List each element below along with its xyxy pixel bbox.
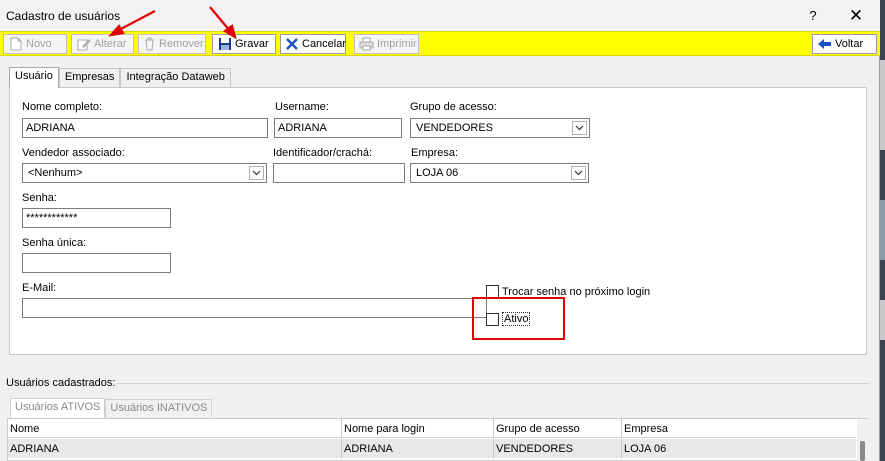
novo-button[interactable]: Novo (3, 34, 67, 54)
imprimir-label: Imprimir (377, 38, 417, 50)
title-bar: Cadastro de usuários ? ✕ (0, 0, 880, 31)
identificador-input[interactable] (273, 163, 405, 183)
window-title: Cadastro de usuários (6, 9, 121, 23)
users-grid: Nome Nome para login Grupo de acesso Emp… (7, 418, 869, 461)
vendedor-label: Vendedor associado: (22, 147, 125, 159)
gravar-button[interactable]: Gravar (212, 34, 276, 54)
empresa-value: LOJA 06 (416, 167, 459, 179)
trash-icon (143, 37, 156, 51)
alterar-label: Alterar (94, 38, 127, 50)
grid-scrollbar[interactable] (857, 419, 869, 461)
remover-button[interactable]: Remover (138, 34, 206, 54)
email-label: E-Mail: (22, 282, 57, 294)
chevron-down-icon[interactable] (572, 121, 587, 135)
cancelar-label: Cancelar (302, 38, 347, 50)
column-header-nome[interactable]: Nome (8, 419, 342, 438)
email-input[interactable] (22, 298, 487, 318)
grupo-label: Grupo de acesso: (410, 101, 497, 113)
strip-segment (880, 300, 885, 340)
column-header-empresa[interactable]: Empresa (622, 419, 856, 438)
user-registration-window: Cadastro de usuários ? ✕ Novo Alterar Re… (0, 0, 880, 461)
save-disk-icon (217, 37, 232, 51)
usuarios-cadastrados-label: Usuários cadastrados: (6, 377, 116, 389)
voltar-button[interactable]: Voltar (812, 34, 877, 54)
table-row[interactable]: ADRIANA ADRIANA VENDEDORES LOJA 06 (8, 439, 856, 458)
new-document-icon (8, 37, 23, 51)
back-arrow-icon (817, 37, 832, 51)
cell-nome: ADRIANA (8, 439, 342, 458)
nome-input[interactable]: ADRIANA (22, 118, 268, 138)
tab-usuarios-inativos[interactable]: Usuários INATIVOS (105, 399, 213, 417)
annotation-highlight-box (472, 297, 565, 340)
tab-integracao-dataweb[interactable]: Integração Dataweb (120, 68, 231, 87)
background-desktop-strip (880, 0, 885, 461)
empresa-select[interactable]: LOJA 06 (410, 163, 589, 183)
grupo-select[interactable]: VENDEDORES (410, 118, 590, 138)
chevron-down-icon[interactable] (249, 166, 264, 180)
help-button[interactable]: ? (804, 6, 822, 26)
cancelar-button[interactable]: Cancelar (280, 34, 346, 54)
strip-segment (880, 60, 885, 150)
chevron-down-icon[interactable] (571, 166, 586, 180)
column-header-grupo[interactable]: Grupo de acesso (494, 419, 622, 438)
tab-empresas[interactable]: Empresas (58, 68, 121, 87)
vendedor-value: <Nenhum> (28, 167, 83, 179)
form-tabs: Usuário Empresas Integração Dataweb (9, 67, 231, 88)
senha-input[interactable]: ************ (22, 208, 171, 228)
imprimir-button[interactable]: Imprimir (354, 34, 419, 54)
username-input[interactable]: ADRIANA (274, 118, 402, 138)
username-label: Username: (275, 101, 329, 113)
tab-usuarios-ativos[interactable]: Usuários ATIVOS (10, 398, 106, 418)
senha-unica-input[interactable] (22, 253, 171, 273)
cell-nome-login: ADRIANA (342, 439, 494, 458)
column-header-nome-login[interactable]: Nome para login (342, 419, 494, 438)
printer-icon (359, 37, 374, 51)
identificador-label: Identificador/crachá: (273, 147, 373, 159)
remover-label: Remover (159, 38, 204, 50)
close-button[interactable]: ✕ (846, 6, 866, 26)
senha-unica-label: Senha única: (22, 237, 87, 249)
cancel-x-icon (285, 37, 299, 51)
tab-usuario[interactable]: Usuário (9, 67, 59, 88)
scrollbar-thumb[interactable] (860, 441, 865, 461)
novo-label: Novo (26, 38, 52, 50)
edit-icon (76, 37, 91, 51)
grid-header: Nome Nome para login Grupo de acesso Emp… (8, 419, 856, 438)
alterar-button[interactable]: Alterar (71, 34, 134, 54)
gravar-label: Gravar (235, 38, 269, 50)
vendedor-select[interactable]: <Nenhum> (22, 163, 267, 183)
strip-segment (880, 200, 885, 260)
group-divider (117, 383, 869, 384)
cell-grupo: VENDEDORES (494, 439, 622, 458)
senha-label: Senha: (22, 192, 57, 204)
toolbar: Novo Alterar Remover Gravar Cancelar Imp… (0, 31, 880, 56)
voltar-label: Voltar (835, 38, 864, 50)
grupo-value: VENDEDORES (416, 122, 494, 134)
cell-empresa: LOJA 06 (624, 443, 667, 455)
trocar-senha-label: Trocar senha no próximo login (502, 285, 651, 298)
users-status-tabs: Usuários ATIVOS Usuários INATIVOS (10, 398, 213, 418)
empresa-label: Empresa: (411, 147, 459, 159)
nome-label: Nome completo: (22, 101, 103, 113)
